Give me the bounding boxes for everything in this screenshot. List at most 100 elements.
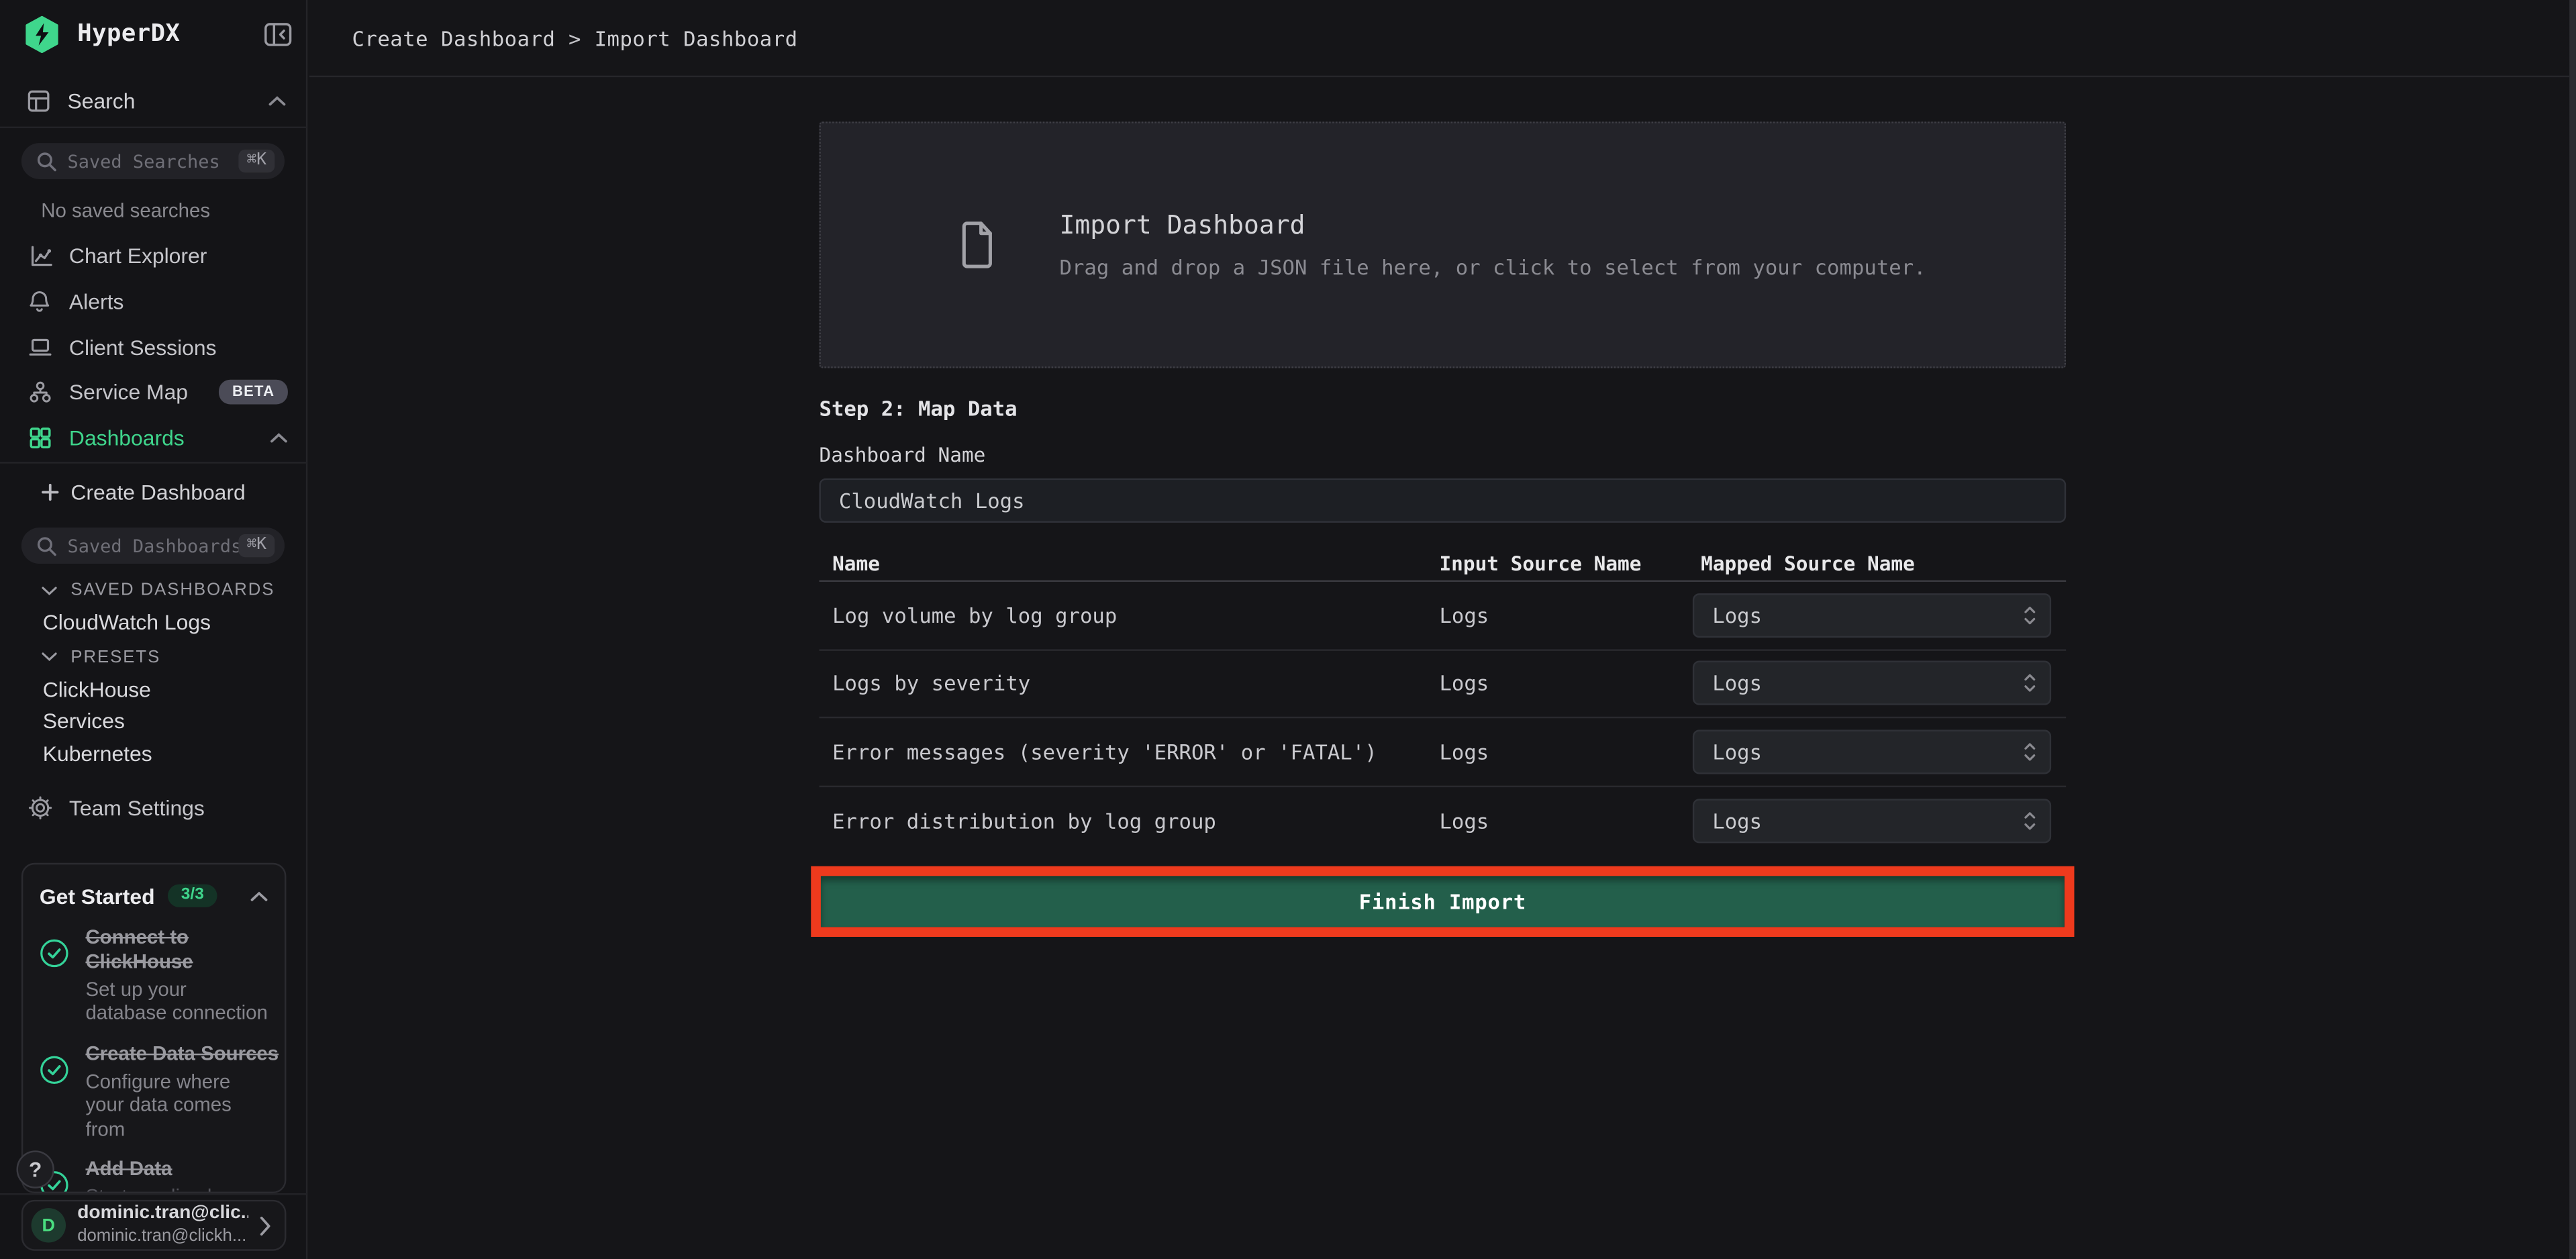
logo-row: HyperDX: [21, 13, 293, 56]
column-header-mapped-source: Mapped Source Name: [1693, 552, 2066, 574]
sidebar-item-label: Alerts: [69, 289, 123, 314]
chart-name: Logs by severity: [819, 671, 1439, 696]
sidebar-item-label: Dashboards: [69, 425, 185, 450]
breadcrumb-create-dashboard[interactable]: Create Dashboard: [352, 26, 555, 50]
group-presets[interactable]: PRESETS: [41, 647, 160, 666]
sidebar-item-alerts[interactable]: Alerts: [0, 279, 307, 323]
bell-icon: [26, 289, 52, 314]
dropzone-title: Import Dashboard: [1060, 210, 1926, 240]
saved-searches-input[interactable]: Saved Searches ⌘K: [21, 143, 285, 179]
search-icon: [36, 150, 58, 172]
beta-badge: BETA: [219, 380, 288, 405]
avatar: D: [32, 1208, 66, 1242]
select-carets-icon: [2023, 605, 2036, 626]
sidebar-item-label: Service Map: [69, 380, 188, 405]
divider: [0, 462, 307, 463]
input-source-name: Logs: [1439, 739, 1692, 764]
saved-dashboards-placeholder: Saved Dashboards: [67, 535, 238, 556]
user-email: dominic.tran@clickh...: [77, 1226, 248, 1247]
search-section-icon: [26, 89, 51, 113]
no-saved-searches-text: No saved searches: [41, 199, 210, 221]
app-root: HyperDX Search: [0, 0, 2576, 1259]
mapped-source-select[interactable]: Logs: [1693, 799, 2051, 843]
breadcrumb-import-dashboard: Import Dashboard: [595, 26, 798, 50]
step-desc: Set up your database connection: [85, 978, 269, 1025]
selected-value: Logs: [1712, 671, 2023, 696]
chevron-down-icon: [41, 585, 58, 596]
dashboard-name-input[interactable]: [819, 479, 2066, 523]
preset-link-kubernetes[interactable]: Kubernetes: [43, 740, 152, 765]
chart-name: Error messages (severity 'ERROR' or 'FAT…: [819, 739, 1439, 764]
table-row: Error distribution by log group Logs Log…: [819, 787, 2066, 855]
step-label: Step 2: Map Data: [819, 396, 2066, 421]
dashboards-icon: [26, 425, 52, 450]
step-title: Connect to ClickHouse: [85, 925, 263, 974]
create-dashboard-label: Create Dashboard: [70, 479, 245, 504]
selected-value: Logs: [1712, 808, 2023, 833]
mapped-source-select[interactable]: Logs: [1693, 661, 2051, 705]
shortcut-kbd: ⌘K: [238, 534, 275, 557]
table-row: Log volume by log group Logs Logs: [819, 582, 2066, 650]
column-header-input-source: Input Source Name: [1439, 552, 1692, 574]
laptop-icon: [26, 336, 52, 358]
divider: [0, 1193, 307, 1195]
select-carets-icon: [2023, 810, 2036, 832]
select-carets-icon: [2023, 741, 2036, 762]
plus-icon: [41, 483, 59, 501]
chart-explorer-icon: [26, 243, 52, 268]
mapped-source-select[interactable]: Logs: [1693, 729, 2051, 774]
get-started-step-sources[interactable]: Create Data Sources Configure where your…: [40, 1042, 268, 1140]
json-dropzone[interactable]: Import Dashboard Drag and drop a JSON fi…: [819, 121, 2066, 368]
brand-title: HyperDX: [77, 21, 180, 48]
top-bar: Create Dashboard > Import Dashboard: [309, 0, 2569, 77]
help-button[interactable]: ?: [17, 1150, 54, 1188]
dashboard-link-cloudwatch-logs[interactable]: CloudWatch Logs: [43, 610, 211, 635]
group-label: SAVED DASHBOARDS: [70, 581, 275, 600]
chart-name: Log volume by log group: [819, 603, 1439, 627]
hyperdx-logo-icon: [21, 15, 62, 54]
scrollbar-track[interactable]: [2569, 0, 2576, 1259]
finish-import-button[interactable]: Finish Import: [821, 876, 2065, 927]
finish-import-highlight: Finish Import: [811, 866, 2074, 937]
chevron-up-icon: [270, 432, 288, 443]
preset-link-clickhouse[interactable]: ClickHouse: [43, 676, 151, 701]
user-menu[interactable]: D dominic.tran@clic... dominic.tran@clic…: [21, 1200, 287, 1251]
chevron-up-icon: [268, 95, 286, 107]
group-saved-dashboards[interactable]: SAVED DASHBOARDS: [41, 581, 275, 600]
breadcrumb: Create Dashboard > Import Dashboard: [352, 26, 797, 50]
main-area: Create Dashboard > Import Dashboard Import…: [309, 0, 2569, 1259]
chevron-up-icon: [250, 890, 268, 901]
dropzone-texts: Import Dashboard Drag and drop a JSON fi…: [1060, 210, 1926, 279]
breadcrumb-separator: >: [568, 26, 581, 50]
step-desc: Start sending logs, metrics, or traces: [85, 1185, 269, 1193]
sidebar-item-team-settings[interactable]: Team Settings: [0, 786, 307, 830]
sidebar-section-search[interactable]: Search: [26, 87, 286, 115]
shortcut-kbd: ⌘K: [238, 150, 275, 172]
service-map-icon: [26, 380, 52, 405]
search-section-label: Search: [67, 89, 135, 113]
get-started-step-connect[interactable]: Connect to ClickHouse Set up your databa…: [40, 925, 268, 1025]
chevron-right-icon: [260, 1215, 271, 1235]
get-started-header[interactable]: Get Started 3/3: [40, 881, 268, 911]
input-source-name: Logs: [1439, 603, 1692, 627]
sidebar-item-label: Chart Explorer: [69, 243, 207, 268]
sidebar-item-dashboards[interactable]: Dashboards: [0, 415, 307, 459]
preset-link-services[interactable]: Services: [43, 709, 125, 734]
step-desc: Configure where your data comes from: [85, 1070, 269, 1141]
mapping-table: Name Input Source Name Mapped Source Nam…: [819, 549, 2066, 855]
saved-dashboards-input[interactable]: Saved Dashboards ⌘K: [21, 527, 285, 564]
dashboard-name-label: Dashboard Name: [819, 444, 2066, 466]
import-dashboard-panel: Import Dashboard Drag and drop a JSON fi…: [819, 77, 2066, 937]
dropzone-subtitle: Drag and drop a JSON file here, or click…: [1060, 255, 1926, 280]
sidebar-item-service-map[interactable]: Service Map BETA: [0, 370, 307, 414]
get-started-card: Get Started 3/3 Connect to ClickHouse Se…: [21, 863, 287, 1193]
sidebar-collapse-icon[interactable]: [263, 21, 293, 48]
get-started-step-add-data[interactable]: Add Data Start sending logs, metrics, or…: [40, 1157, 268, 1193]
create-dashboard-button[interactable]: Create Dashboard: [41, 473, 245, 509]
sidebar-item-label: Client Sessions: [69, 334, 217, 359]
sidebar-item-chart-explorer[interactable]: Chart Explorer: [0, 234, 307, 278]
sidebar-item-client-sessions[interactable]: Client Sessions: [0, 325, 307, 369]
file-icon: [959, 220, 997, 269]
mapped-source-select[interactable]: Logs: [1693, 593, 2051, 638]
get-started-progress-badge: 3/3: [168, 885, 217, 907]
